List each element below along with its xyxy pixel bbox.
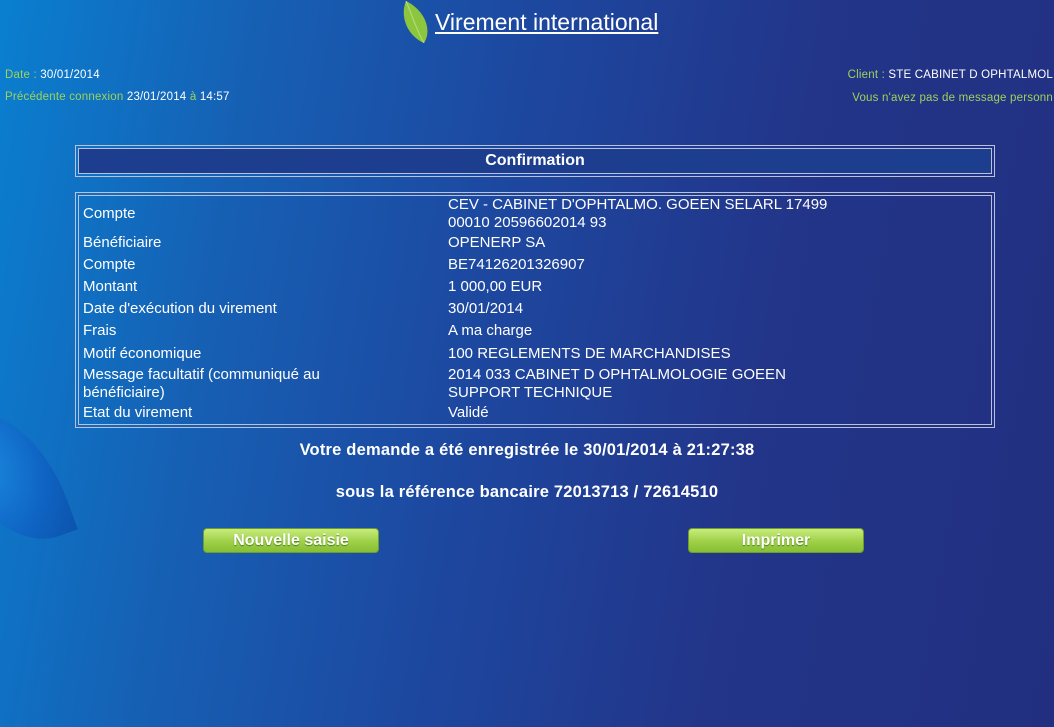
detail-row: Compte BE74126201326907 <box>79 254 991 276</box>
registration-date: 30/01/2014 <box>583 441 668 459</box>
bank-reference-notice: sous la référence bancaire 72013713 / 72… <box>0 483 1054 502</box>
detail-label: Message facultatif (communiqué au bénéfi… <box>83 366 320 401</box>
decorative-leaf <box>0 388 78 562</box>
date-value: 30/01/2014 <box>40 69 100 81</box>
leaf-logo-icon <box>403 1 428 43</box>
detail-label: Compte <box>83 205 136 222</box>
print-button[interactable]: Imprimer <box>688 528 864 553</box>
bank-reference-prefix: sous la référence bancaire <box>335 483 554 501</box>
client-label: Client : <box>847 69 889 81</box>
previous-connection-date: 23/01/2014 <box>126 91 187 103</box>
confirmation-details-panel: Compte CEV - CABINET D'OPHTALMO. GOEEN SE… <box>75 192 995 428</box>
confirmation-details-table: Compte CEV - CABINET D'OPHTALMO. GOEEN SE… <box>79 196 991 424</box>
detail-value: 30/01/2014 <box>448 300 524 317</box>
detail-row: Bénéficiaire OPENERP SA <box>79 232 991 254</box>
detail-row: Motif économique 100 REGLEMENTS DE MARCHA… <box>79 342 991 366</box>
detail-row: Etat du virement Validé <box>79 402 991 424</box>
detail-label: Bénéficiaire <box>83 234 162 251</box>
detail-row: Message facultatif (communiqué au bénéfi… <box>79 366 991 402</box>
detail-label: Compte <box>83 256 136 273</box>
registration-prefix: Votre demande a été enregistrée le <box>299 441 584 459</box>
page-header: Virement international <box>402 0 658 44</box>
detail-label: Date d'exécution du virement <box>83 300 277 317</box>
detail-value: 100 REGLEMENTS DE MARCHANDISES <box>448 345 731 362</box>
detail-row: Date d'exécution du virement 30/01/2014 <box>79 298 991 320</box>
date-label: Date : <box>5 69 41 81</box>
detail-label: Frais <box>83 322 117 339</box>
detail-row: Compte CEV - CABINET D'OPHTALMO. GOEEN SE… <box>79 196 991 232</box>
detail-label: Montant <box>83 278 138 295</box>
registration-notice: Votre demande a été enregistrée le 30/01… <box>0 441 1054 460</box>
client-value: STE CABINET D OPHTALMOL <box>888 69 1053 81</box>
detail-value: 1 000,00 EUR <box>448 278 543 295</box>
message-notice: Vous n'avez pas de message personn <box>852 92 1053 104</box>
registration-at: à <box>667 441 687 459</box>
detail-value: A ma charge <box>448 322 533 339</box>
detail-label: Etat du virement <box>83 404 193 421</box>
new-entry-button[interactable]: Nouvelle saisie <box>203 528 379 553</box>
previous-connection-at: à <box>189 91 197 103</box>
previous-connection-time: 14:57 <box>199 91 230 103</box>
detail-value: Validé <box>448 404 489 421</box>
client-line: Client : STE CABINET D OPHTALMOL <box>848 69 1053 81</box>
previous-connection-label: Précédente connexion <box>5 91 127 103</box>
confirmation-heading: Confirmation <box>79 149 991 173</box>
registration-time: 21:27:38 <box>686 441 755 459</box>
bank-reference-value: 72013713 / 72614510 <box>553 483 719 501</box>
detail-value: CEV - CABINET D'OPHTALMO. GOEEN SELARL 1… <box>448 196 828 231</box>
detail-row: Frais A ma charge <box>79 320 991 342</box>
detail-row: Montant 1 000,00 EUR <box>79 276 991 298</box>
detail-value: BE74126201326907 <box>448 256 585 273</box>
detail-label: Motif économique <box>83 345 202 362</box>
date-line: Date : 30/01/2014 <box>5 69 100 81</box>
confirmation-header-panel: Confirmation <box>75 145 995 177</box>
detail-value: 2014 033 CABINET D OPHTALMOLOGIE GOEEN S… <box>448 366 786 401</box>
detail-value: OPENERP SA <box>448 234 546 251</box>
previous-connection-line: Précédente connexion 23/01/2014 à 14:57 <box>5 91 230 103</box>
page-title[interactable]: Virement international <box>435 9 658 36</box>
